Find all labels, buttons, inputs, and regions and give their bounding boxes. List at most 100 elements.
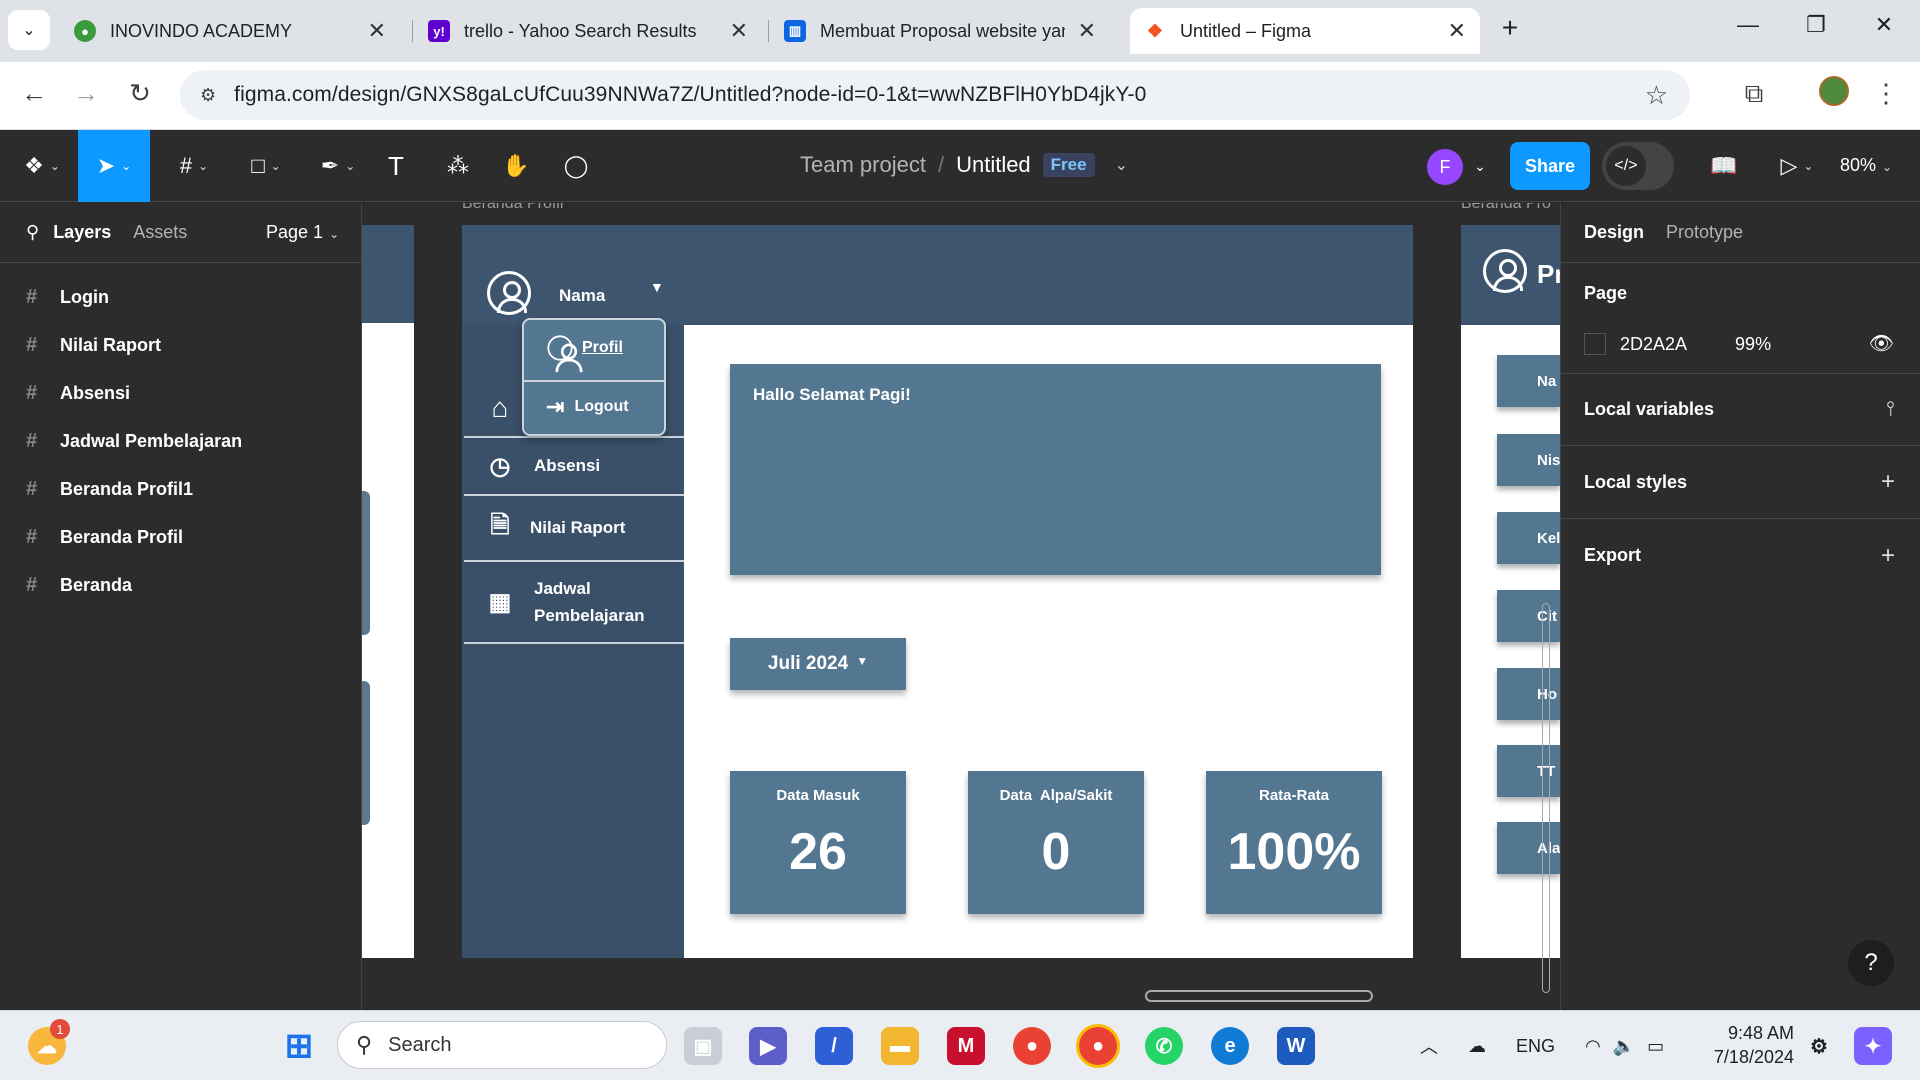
chevron-down-icon[interactable]: ⌄ [1468,130,1492,202]
chevron-down-icon[interactable]: ⌄ [1115,155,1128,175]
layer-item[interactable]: # Login [0,273,361,321]
sidebar-item-absensi[interactable]: ◷ Absensi [464,438,684,496]
page-color-row[interactable]: 2D2A2A 99% [1584,333,1771,355]
horizontal-scrollbar[interactable] [1145,990,1373,1002]
page-selector[interactable]: Page 1 ⌄ [266,222,339,243]
browser-tab-trello[interactable]: ▥ Membuat Proposal website yan ✕ [770,8,1110,54]
chevron-up-icon[interactable]: ︿ [1420,1033,1438,1059]
add-icon[interactable]: + [1881,468,1895,496]
user-name[interactable]: Nama [559,286,605,306]
hand-tool-icon[interactable]: ✋ [496,130,536,202]
file-name[interactable]: Untitled [956,152,1031,178]
file-explorer-icon[interactable]: ▬ [881,1027,919,1065]
close-window-icon[interactable]: ✕ [1864,12,1904,38]
text-tool-icon[interactable]: T [378,130,414,202]
stat-card-rata-rata[interactable]: Rata-Rata 100% [1206,771,1382,914]
zoom-level[interactable]: 80% ⌄ [1840,155,1892,176]
settings-gear-icon[interactable]: ⚙ [1800,1027,1838,1065]
frame-label[interactable]: Beranda Profil [462,203,563,213]
copilot-icon[interactable]: ✦ [1854,1027,1892,1065]
tab-layers[interactable]: Layers [53,222,111,243]
mcafee-icon[interactable]: M [947,1027,985,1065]
layer-item[interactable]: # Beranda Profil [0,513,361,561]
frame-beranda-profil[interactable]: Nama ▼ ⌂ ◷ Absensi 🗎 Nilai Raport ▦ Jadw… [462,225,1413,958]
search-icon[interactable]: ⚲ [26,222,39,243]
battery-icon[interactable]: ▭ [1647,1036,1664,1057]
sidebar-item-jadwal[interactable]: ▦ Jadwal Pembelajaran [464,562,684,644]
browser-tab-inovindo[interactable]: ● INOVINDO ACADEMY ✕ [60,8,400,54]
add-icon[interactable]: + [1881,542,1895,570]
close-tab-icon[interactable]: ✕ [368,18,386,44]
month-selector[interactable]: Juli 2024 ▼ [730,638,906,690]
greeting-card[interactable]: Hallo Selamat Pagi! [730,364,1381,575]
restore-icon[interactable]: ❐ [1796,12,1836,38]
eye-icon[interactable]: 👁 [1869,331,1894,356]
cloud-offline-icon[interactable]: ☁ [1468,1036,1486,1057]
minimize-icon[interactable]: — [1728,12,1768,38]
task-view-icon[interactable]: ▣ [684,1027,722,1065]
tab-search-dropdown[interactable]: ⌄ [8,10,50,50]
main-menu-icon[interactable]: ❖ ⌄ [12,130,72,202]
frame-scrollbar[interactable] [1542,603,1550,993]
chrome-icon[interactable]: ● [1013,1027,1051,1065]
close-tab-icon[interactable]: ✕ [1078,18,1096,44]
windows-start-icon[interactable]: ⊞ [280,1027,318,1065]
frame-label[interactable]: Beranda Pro [1461,203,1551,213]
layer-item[interactable]: # Nilai Raport [0,321,361,369]
local-styles-section[interactable]: Local styles + [1561,446,1920,519]
comment-tool-icon[interactable]: ◯ [556,130,596,202]
dropdown-profil[interactable]: Profil [546,334,623,373]
browser-tab-yahoo[interactable]: y! trello - Yahoo Search Results ✕ [414,8,762,54]
viva-icon[interactable]: / [815,1027,853,1065]
language-indicator[interactable]: ENG [1516,1036,1555,1057]
team-name[interactable]: Team project [800,152,926,178]
stat-card-data-masuk[interactable]: Data Masuk 26 [730,771,906,914]
pen-tool-icon[interactable]: ✒ ⌄ [308,130,368,202]
chrome-profile-icon[interactable]: ● [1079,1027,1117,1065]
reload-icon[interactable]: ↻ [122,78,158,109]
profile-avatar[interactable] [1816,76,1852,113]
url-omnibox[interactable]: ⚙ figma.com/design/GNXS8gaLcUfCuu39NNWa7… [180,70,1690,120]
shape-tool-icon[interactable]: □ ⌄ [236,130,296,202]
browser-menu-icon[interactable]: ⋮ [1868,78,1904,109]
tab-prototype[interactable]: Prototype [1666,222,1743,243]
wifi-icon[interactable]: ◠ [1585,1036,1601,1057]
sidebar-item-nilai-raport[interactable]: 🗎 Nilai Raport [464,496,684,562]
collaborator-avatar[interactable]: F [1427,149,1463,185]
taskbar-clock[interactable]: 9:48 AM 7/18/2024 [1712,1021,1794,1069]
resources-icon[interactable]: ⁂ [440,130,476,202]
layer-item[interactable]: # Jadwal Pembelajaran [0,417,361,465]
caret-down-icon[interactable]: ▼ [650,279,664,295]
export-section[interactable]: Export + [1561,519,1920,592]
tab-design[interactable]: Design [1584,222,1644,243]
teams-icon[interactable]: ▶ [749,1027,787,1065]
edge-icon[interactable]: e [1211,1027,1249,1065]
share-button[interactable]: Share [1510,142,1590,190]
color-swatch[interactable] [1584,333,1606,355]
help-button[interactable]: ? [1848,940,1894,986]
forward-icon[interactable]: → [68,78,104,109]
volume-icon[interactable]: 🔈 [1613,1036,1635,1057]
variables-icon[interactable]: ⫯ [1886,398,1895,421]
bookmark-star-icon[interactable]: ☆ [1645,80,1668,111]
whatsapp-icon[interactable]: ✆ [1145,1027,1183,1065]
layer-item[interactable]: # Beranda [0,561,361,609]
back-icon[interactable]: ← [16,78,52,109]
frame-tool-icon[interactable]: # ⌄ [164,130,224,202]
stat-card-alpa-sakit[interactable]: Data Alpa/Sakit 0 [968,771,1144,914]
browser-tab-figma[interactable]: ❖ Untitled – Figma ✕ [1130,8,1480,54]
move-tool-icon[interactable]: ➤ ⌄ [78,130,150,202]
taskbar-search[interactable]: ⚲ Search [337,1021,667,1069]
new-tab-icon[interactable]: + [1490,12,1530,44]
layer-item[interactable]: # Absensi [0,369,361,417]
extensions-icon[interactable]: ⧉ [1736,78,1772,110]
design-canvas[interactable]: Beranda Profil Nama ▼ ⌂ ◷ Absensi 🗎 Nila… [362,203,1560,1010]
dropdown-logout[interactable]: ⇥ Logout [546,394,629,420]
layer-item[interactable]: # Beranda Profil1 [0,465,361,513]
local-variables-section[interactable]: Local variables ⫯ [1561,373,1920,446]
url-text[interactable]: figma.com/design/GNXS8gaLcUfCuu39NNWa7Z/… [234,83,1146,107]
library-book-icon[interactable]: 📖 [1704,130,1744,202]
present-play-icon[interactable]: ▷ ⌄ [1772,130,1822,202]
dev-mode-toggle[interactable]: </> [1602,142,1674,190]
close-tab-icon[interactable]: ✕ [1448,18,1466,44]
